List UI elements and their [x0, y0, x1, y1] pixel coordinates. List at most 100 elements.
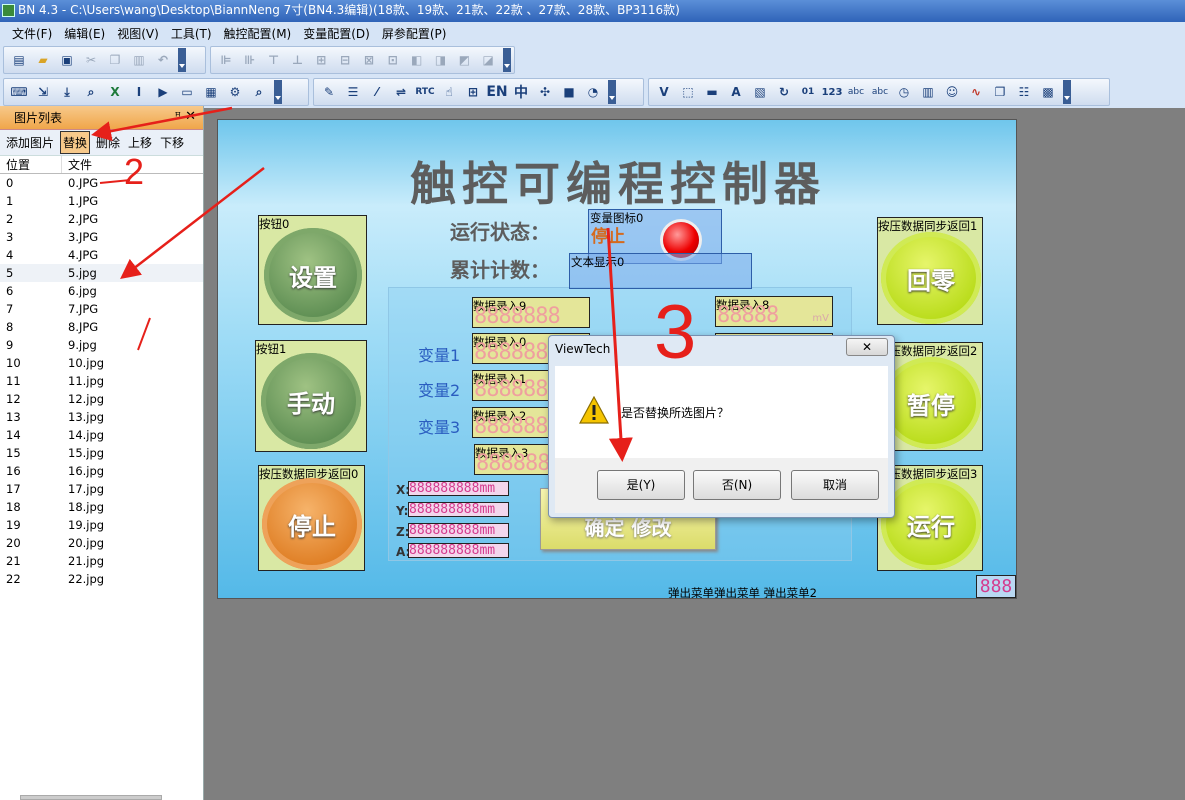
list-item[interactable]: 14 14.jpg	[0, 426, 203, 444]
zoom-icon[interactable]: ⌕	[249, 82, 269, 102]
save-icon[interactable]: ▣	[57, 50, 77, 70]
list-item[interactable]: 10 10.jpg	[0, 354, 203, 372]
user-icon[interactable]: ☺	[942, 82, 962, 102]
list-item[interactable]: 15 15.jpg	[0, 444, 203, 462]
text-display-widget[interactable]: 文本显示0	[569, 253, 752, 289]
list-item[interactable]: 4 4.JPG	[0, 246, 203, 264]
list-item[interactable]: 8 8.JPG	[0, 318, 203, 336]
menu-file[interactable]: 文件(F)	[6, 25, 58, 42]
manual-button[interactable]: 手动	[261, 353, 361, 449]
popup-menu-0[interactable]: 弹出菜单	[668, 586, 714, 598]
ungroup-icon[interactable]: ◪	[478, 50, 498, 70]
data-entry-8[interactable]: 数据录入8 88888 mV	[715, 296, 833, 327]
list-item[interactable]: 1 1.JPG	[0, 192, 203, 210]
calculator-icon[interactable]: ▦	[201, 82, 221, 102]
bring-front-icon[interactable]: ◧	[407, 50, 427, 70]
text-icon[interactable]: I	[129, 82, 149, 102]
align-bottom-icon[interactable]: ⊥	[288, 50, 308, 70]
list-item[interactable]: 17 17.jpg	[0, 480, 203, 498]
new-file-icon[interactable]: ▤	[9, 50, 29, 70]
button-sync-1[interactable]: 按压数据同步返回1 回零	[877, 217, 983, 325]
list-item[interactable]: 7 7.JPG	[0, 300, 203, 318]
open-folder-icon[interactable]: ▰	[33, 50, 53, 70]
edit-icon[interactable]: ✎	[319, 82, 339, 102]
send-back-icon[interactable]: ◨	[431, 50, 451, 70]
trend-icon[interactable]: ∿	[966, 82, 986, 102]
move-up-button[interactable]: 上移	[126, 132, 154, 153]
variable-icon[interactable]: V	[654, 82, 674, 102]
align-left-icon[interactable]: ⊫	[216, 50, 236, 70]
distribute-icon[interactable]: ⊟	[335, 50, 355, 70]
bit-icon[interactable]: ▥	[918, 82, 938, 102]
button-0[interactable]: 按钮0 设置	[258, 215, 367, 325]
excel-icon[interactable]: X	[105, 82, 125, 102]
keyboard-icon[interactable]: ⌨	[9, 82, 29, 102]
menu-screen-config[interactable]: 屏参配置(P)	[376, 25, 453, 42]
gauge-icon[interactable]: ◔	[583, 82, 603, 102]
replace-button[interactable]: 替换	[60, 131, 91, 154]
pin-icon[interactable]: ꟸ	[175, 110, 181, 123]
menu-edit[interactable]: 编辑(E)	[58, 25, 111, 42]
same-size-icon[interactable]: ⊠	[359, 50, 379, 70]
copy-style-icon[interactable]: ❐	[990, 82, 1010, 102]
home-button[interactable]: 回零	[881, 232, 981, 324]
list-item[interactable]: 2 2.JPG	[0, 210, 203, 228]
no-button[interactable]: 否(N)	[693, 470, 781, 500]
clock-icon[interactable]: ◷	[894, 82, 914, 102]
data-entry-9[interactable]: 数据录入9 8888888	[472, 297, 590, 328]
popup-menu-1[interactable]: 弹出菜单	[714, 586, 760, 598]
group-icon[interactable]: ◩	[454, 50, 474, 70]
run-button[interactable]: 运行	[881, 478, 981, 570]
toolbar-overflow-icon[interactable]	[274, 80, 282, 104]
list-item[interactable]: 6 6.jpg	[0, 282, 203, 300]
list-item[interactable]: 5 5.jpg	[0, 264, 203, 282]
x-axis-value[interactable]: 888888888mm	[408, 481, 509, 496]
text-style-icon[interactable]: A	[726, 82, 746, 102]
qrcode-icon[interactable]: ▩	[1038, 82, 1058, 102]
binary-icon[interactable]: 01	[798, 82, 818, 102]
stop-icon[interactable]: ■	[559, 82, 579, 102]
list-item[interactable]: 18 18.jpg	[0, 498, 203, 516]
dialog-close-button[interactable]: ✕	[846, 338, 888, 356]
close-icon[interactable]: ✕	[185, 109, 196, 124]
image-icon[interactable]: ▧	[750, 82, 770, 102]
rtc-icon[interactable]: RTC	[415, 82, 435, 102]
menu-variable-config[interactable]: 变量配置(D)	[297, 25, 376, 42]
set-button[interactable]: 设置	[264, 228, 362, 322]
corner-number-display[interactable]: 888	[976, 575, 1016, 598]
hand-icon[interactable]: ☝	[439, 82, 459, 102]
toolbar-overflow-icon[interactable]	[178, 48, 186, 72]
undo-icon[interactable]: ↶	[153, 50, 173, 70]
align-top-icon[interactable]: ⊤	[264, 50, 284, 70]
stop-button[interactable]: 停止	[262, 478, 362, 570]
z-axis-value[interactable]: 888888888mm	[408, 523, 509, 538]
download-icon[interactable]: ⤓	[57, 82, 77, 102]
keypad-icon[interactable]: ▭	[177, 82, 197, 102]
menu-list-icon[interactable]: ☷	[1014, 82, 1034, 102]
list-item[interactable]: 13 13.jpg	[0, 408, 203, 426]
list-item[interactable]: 16 16.jpg	[0, 462, 203, 480]
delete-button[interactable]: 删除	[94, 132, 122, 153]
settings-icon[interactable]: ⚙	[225, 82, 245, 102]
slider-icon[interactable]: ⇌	[391, 82, 411, 102]
list-item[interactable]: 0 0.JPG	[0, 174, 203, 192]
menu-touch-config[interactable]: 触控配置(M)	[218, 25, 298, 42]
menu-tools[interactable]: 工具(T)	[165, 25, 218, 42]
pause-button[interactable]: 暂停	[881, 357, 981, 449]
bar-icon[interactable]: ▬	[702, 82, 722, 102]
alarm-icon[interactable]: ⊞	[463, 82, 483, 102]
preview-icon[interactable]: ⌕	[81, 82, 101, 102]
list-item[interactable]: 12 12.jpg	[0, 390, 203, 408]
import-icon[interactable]: ⇲	[33, 82, 53, 102]
column-file[interactable]: 文件	[62, 156, 92, 173]
toolbar-overflow-icon[interactable]	[1063, 80, 1071, 104]
numeric-icon[interactable]: 123	[822, 82, 843, 102]
paste-icon[interactable]: ▥	[129, 50, 149, 70]
list-icon[interactable]: ☰	[343, 82, 363, 102]
copy-icon[interactable]: ❐	[105, 50, 125, 70]
button-sync-0[interactable]: 按压数据同步返回0 停止	[258, 465, 365, 571]
formula-icon[interactable]: ⁄	[367, 82, 387, 102]
cut-icon[interactable]: ✂	[81, 50, 101, 70]
horizontal-scrollbar[interactable]	[20, 795, 162, 800]
picture-icon[interactable]: ⬚	[678, 82, 698, 102]
